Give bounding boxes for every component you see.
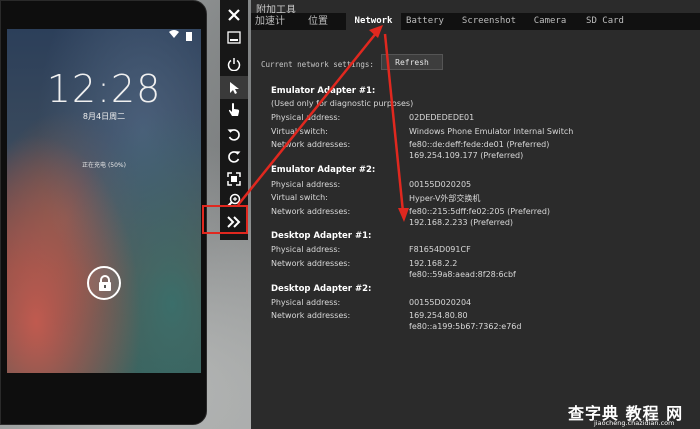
network-addresses-label: Network addresses:: [271, 311, 351, 320]
physical-address-value: 02DEDEDEDE01: [409, 113, 475, 122]
pointer-icon[interactable]: [220, 76, 248, 99]
physical-address-label: Physical address:: [271, 180, 341, 189]
phone-status-bar: [7, 29, 201, 43]
touch-icon[interactable]: [220, 98, 248, 121]
rotate-right-icon[interactable]: [220, 145, 248, 168]
network-tab-content: Current network settings: Refresh Emulat…: [251, 30, 700, 429]
network-address-value: 192.168.2.2: [409, 259, 458, 268]
physical-address-value: F81654D091CF: [409, 245, 471, 254]
network-addresses-label: Network addresses:: [271, 259, 351, 268]
physical-address-label: Physical address:: [271, 298, 341, 307]
fit-to-screen-icon[interactable]: [220, 167, 248, 190]
additional-tools-panel: 附加工具 加速计 位置 Network Battery Screenshot C…: [251, 0, 700, 429]
physical-address-value: 00155D020205: [409, 180, 472, 189]
phone-lock-screen[interactable]: 12:28 8月4日周二 正在充电 (50%): [7, 29, 201, 373]
network-address-value: 192.168.2.233 (Preferred): [409, 218, 514, 227]
virtual-switch-label: Virtual switch:: [271, 127, 328, 136]
emulator-toolbar: [220, 0, 248, 240]
network-address-value: fe80::215:5dff:fe02:205 (Preferred): [409, 207, 551, 216]
refresh-button[interactable]: Refresh: [381, 54, 443, 70]
current-network-settings-label: Current network settings:: [261, 60, 374, 69]
rotate-left-icon[interactable]: [220, 123, 248, 146]
tab-battery[interactable]: Battery: [405, 13, 445, 30]
minimize-icon[interactable]: [220, 26, 248, 49]
physical-address-label: Physical address:: [271, 113, 341, 122]
expand-tools-highlight: [202, 205, 248, 234]
virtual-switch-label: Virtual switch:: [271, 193, 328, 202]
charging-status: 正在充电 (50%): [82, 162, 126, 169]
virtual-switch-value: Windows Phone Emulator Internal Switch: [409, 127, 574, 136]
close-icon[interactable]: [220, 3, 248, 26]
adapter-note: (Used only for diagnostic purposes): [271, 99, 414, 108]
tab-location[interactable]: 位置: [303, 13, 333, 30]
lock-icon: [99, 275, 111, 291]
watermark-url: jiaocheng.chazidian.com: [594, 419, 675, 427]
network-address-value: fe80::de:deff:fede:de01 (Preferred): [409, 140, 550, 149]
network-addresses-label: Network addresses:: [271, 207, 351, 216]
network-addresses-label: Network addresses:: [271, 140, 351, 149]
tab-camera[interactable]: Camera: [531, 13, 569, 30]
phone-emulator-frame: 12:28 8月4日周二 正在充电 (50%): [0, 0, 207, 425]
unlock-button[interactable]: [87, 266, 121, 300]
battery-icon: [186, 32, 192, 41]
tools-tab-bar: 加速计 位置 Network Battery Screenshot Camera…: [251, 13, 700, 30]
tab-network[interactable]: Network: [346, 13, 401, 30]
virtual-switch-value: Hyper-V外部交换机: [409, 194, 481, 203]
tab-screenshot[interactable]: Screenshot: [461, 13, 517, 30]
adapter-title: Emulator Adapter #2:: [271, 165, 376, 175]
lock-screen-clock: 12:28: [46, 67, 162, 111]
network-address-value: 169.254.80.80: [409, 311, 468, 320]
wifi-icon: [169, 30, 179, 43]
adapter-title: Desktop Adapter #1:: [271, 231, 372, 241]
adapter-title: Emulator Adapter #1:: [271, 86, 376, 96]
tab-accelerometer[interactable]: 加速计: [253, 13, 287, 30]
power-icon[interactable]: [220, 52, 248, 75]
tab-sd-card[interactable]: SD Card: [583, 13, 627, 30]
network-address-value: fe80::59a8:aead:8f28:6cbf: [409, 270, 516, 279]
network-address-value: 169.254.109.177 (Preferred): [409, 151, 524, 160]
network-address-value: fe80::a199:5b67:7362:e76d: [409, 322, 522, 331]
physical-address-value: 00155D020204: [409, 298, 472, 307]
lock-screen-date: 8月4日周二: [82, 112, 126, 121]
physical-address-label: Physical address:: [271, 245, 341, 254]
adapter-title: Desktop Adapter #2:: [271, 284, 372, 294]
